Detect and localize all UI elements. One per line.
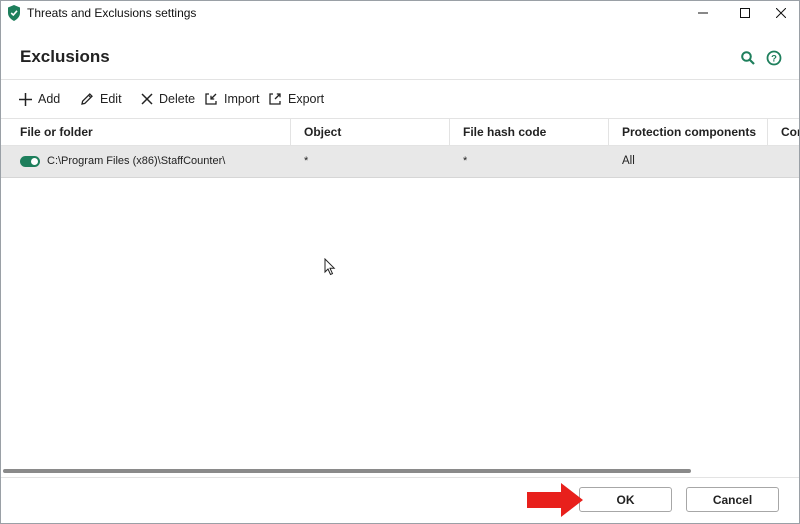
kaspersky-shield-icon [7,5,21,21]
close-button[interactable] [763,1,799,25]
pencil-icon [81,93,93,105]
maximize-icon [740,8,750,18]
dialog-footer: OK Cancel [1,477,799,523]
minimize-icon [698,12,708,14]
close-icon [776,8,786,18]
exclusion-toggle[interactable] [20,156,40,167]
export-button[interactable]: Export [268,90,324,108]
object-cell: * [304,155,309,167]
red-arrow-icon [527,483,583,517]
search-icon[interactable] [740,50,756,66]
add-label: Add [38,92,61,106]
plus-icon [19,92,32,106]
maximize-button[interactable] [727,1,763,25]
column-header-comment[interactable]: Con [768,119,799,145]
toolbar: Add Edit Delete Import Export [1,80,799,119]
column-header-protection[interactable]: Protection components [609,119,768,145]
settings-window: Threats and Exclusions settings Exclusio… [0,0,800,524]
import-icon [205,93,217,105]
export-icon [269,93,281,105]
column-header-file[interactable]: File or folder [1,119,291,145]
column-header-hash[interactable]: File hash code [450,119,609,145]
cancel-button[interactable]: Cancel [686,487,779,512]
export-label: Export [288,92,325,106]
edit-button[interactable]: Edit [80,90,122,108]
import-button[interactable]: Import [204,90,259,108]
mouse-cursor-icon [324,258,336,276]
file-cell: C:\Program Files (x86)\StaffCounter\ [20,146,225,177]
page-title: Exclusions [20,47,110,66]
edit-label: Edit [100,92,122,106]
window-title: Threats and Exclusions settings [27,6,197,20]
horizontal-scrollbar[interactable] [1,467,799,476]
help-icon[interactable]: ? [766,50,782,66]
page-header: Exclusions ? [1,25,799,80]
x-icon [141,93,153,105]
add-button[interactable]: Add [19,90,60,108]
svg-text:?: ? [771,54,777,65]
title-bar: Threats and Exclusions settings [1,1,799,25]
table-header: File or folder Object File hash code Pro… [1,119,799,146]
hash-cell: * [463,155,468,167]
delete-label: Delete [159,92,196,106]
table-row[interactable]: C:\Program Files (x86)\StaffCounter\ * *… [1,146,799,178]
ok-button[interactable]: OK [579,487,672,512]
scrollbar-thumb[interactable] [3,469,691,473]
minimize-button[interactable] [685,1,721,25]
import-label: Import [224,92,260,106]
column-header-object[interactable]: Object [291,119,450,145]
file-path: C:\Program Files (x86)\StaffCounter\ [47,155,226,167]
delete-button[interactable]: Delete [141,90,195,108]
protection-cell: All [622,155,635,167]
